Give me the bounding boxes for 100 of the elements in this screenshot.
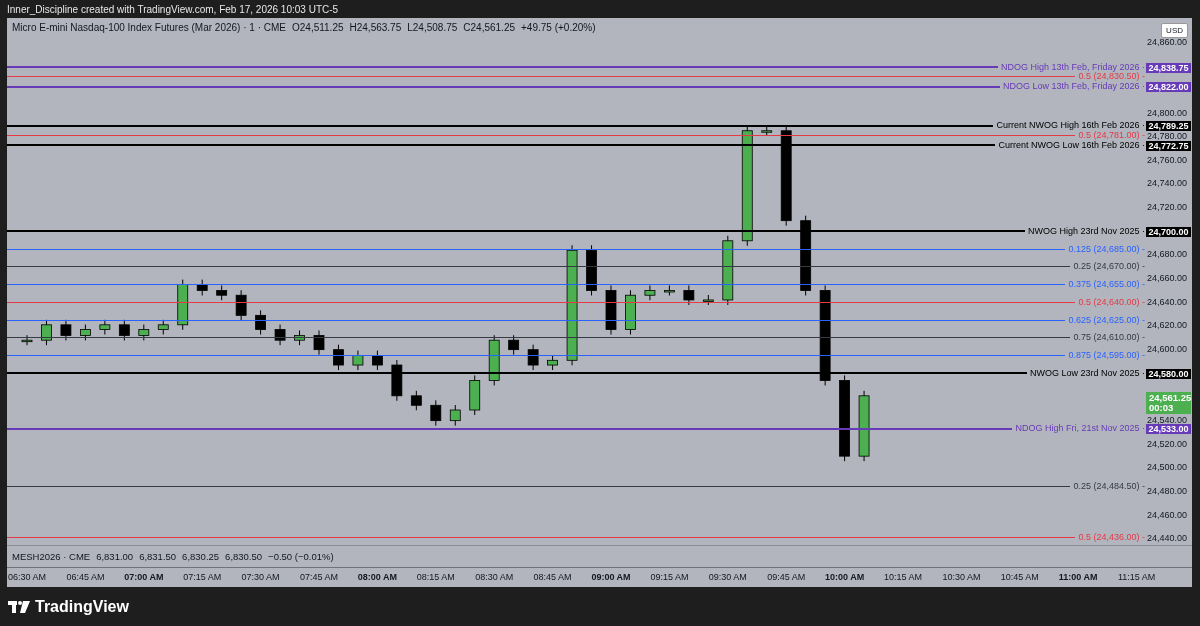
candle [488,334,500,386]
price-tick: 24,620.00 [1146,321,1187,330]
time-label: 08:30 AM [475,572,514,582]
price-tick: 24,600.00 [1146,345,1187,354]
ohlc-value: C24,561.25 [463,22,515,33]
level-label: NWOG Low 23rd Nov 2025 · [1029,367,1145,379]
time-label: 09:30 AM [708,572,747,582]
candle [469,374,481,416]
candle [255,309,266,336]
candle [274,324,286,346]
logo-icon [8,599,30,614]
price-tick: 24,500.00 [1146,463,1187,472]
candle [294,329,305,346]
time-label: 06:30 AM [8,572,46,582]
price-tag: 24,838.75 [1146,62,1191,73]
time-label: 10:30 AM [942,572,981,582]
candle [586,244,597,296]
candle [449,404,461,427]
candle [60,319,72,341]
price-tick: 24,680.00 [1146,250,1187,259]
time-label: 08:45 AM [533,572,572,582]
candle [138,324,150,341]
level-label: 0.25 (24,670.00) - [1073,261,1145,273]
candle [21,334,33,346]
candle [313,329,325,356]
price-tick: 24,660.00 [1146,274,1187,283]
bar-countdown: 00:03 [1149,402,1174,413]
time-label: 10:00 AM [825,572,865,582]
time-label: 09:00 AM [591,572,631,582]
lower-pane-value: 6,831.00 [96,551,134,562]
level-label: 0.875 (24,595.00) - [1068,350,1145,362]
level-label: Current NWOG High 16th Feb 2026 · [996,120,1145,131]
ohlc-value: +49.75 (+0.20%) [521,22,596,33]
price-tag: 24,533.00 [1146,424,1191,435]
candle [858,390,870,462]
time-label: 11:15 AM [1117,572,1156,582]
brand-name: TradingView [35,597,129,616]
level-label: NDOG Low 13th Feb, Friday 2026 · [1002,81,1145,93]
ohlc-value: O24,511.25 [292,22,344,33]
candle [216,285,228,301]
header-caption: Inner_Discipline created with TradingView.com, Feb 17, 2026 10:03 UTC-5 [7,3,339,15]
candle [177,279,189,331]
lower-pane-symbol: MESH2026 · CME [12,551,91,562]
level-label: 0.25 (24,484.50) - [1073,480,1145,492]
candle [547,354,558,371]
lower-pane-value: 6,830.50 [225,551,263,562]
candle [702,294,714,306]
price-tag: 24,700.00 [1146,226,1191,237]
candle [508,334,520,356]
level-label: 0.125 (24,685.00) - [1068,243,1145,255]
price-tick: 24,520.00 [1146,439,1187,448]
candle [41,319,52,346]
candle [196,279,208,296]
candle [235,289,247,321]
candle [99,319,111,336]
candle [605,285,617,336]
price-tick: 24,460.00 [1146,510,1187,519]
level-label: 0.625 (24,625.00) - [1068,314,1145,326]
candle [644,285,656,301]
time-label: 07:30 AM [241,572,280,582]
level-label: 0.5 (24,436.00) - [1078,531,1145,543]
price-tick: 24,800.00 [1146,108,1187,117]
time-label: 10:15 AM [884,572,922,582]
price-tag: 24,772.75 [1146,140,1191,151]
price-tick: 24,540.00 [1146,416,1187,425]
candle [527,344,539,371]
candle [683,285,695,306]
candle [664,285,675,296]
level-label: Current NWOG Low 16th Feb 2026 · [998,139,1145,151]
currency-button[interactable]: USD [1161,23,1188,38]
candle [761,125,773,137]
level-label: 0.5 (24,781.00) - [1078,129,1145,141]
price-tag: 24,822.00 [1146,82,1191,93]
level-label: 0.5 (24,830.50) - [1078,71,1145,83]
level-label: NWOG High 23rd Nov 2025 · [1027,225,1145,237]
time-label: 11:00 AM [1058,572,1098,582]
lower-pane-value: 6,831.50 [139,551,177,562]
candle [352,350,364,371]
time-label: 07:15 AM [183,572,222,582]
candle [333,344,344,371]
level-label: 0.75 (24,610.00) - [1073,332,1145,344]
candle [410,390,422,411]
level-label: 0.375 (24,655.00) - [1068,279,1145,291]
lower-pane-value: −0.50 (−0.01%) [268,551,334,562]
time-label: 09:15 AM [650,572,689,582]
time-label: 07:45 AM [300,572,338,582]
level-label: 0.5 (24,640.00) - [1078,296,1145,308]
price-tick: 24,860.00 [1146,37,1187,46]
time-label: 10:45 AM [1000,572,1039,582]
candle [722,235,734,306]
candle [372,350,383,371]
level-label: NDOG High 13th Feb, Friday 2026 · [1000,61,1145,73]
candle [118,319,130,341]
candle [391,359,403,402]
time-label: 08:15 AM [416,572,455,582]
price-tick: 24,760.00 [1146,155,1187,164]
time-label: 09:45 AM [767,572,806,582]
symbol-title: Micro E-mini Nasdaq-100 Index Futures (Mar 2026) · 1 · CME [12,22,286,33]
lower-pane-value: 6,830.25 [182,551,220,562]
ohlc-value: H24,563.75 [349,22,402,33]
